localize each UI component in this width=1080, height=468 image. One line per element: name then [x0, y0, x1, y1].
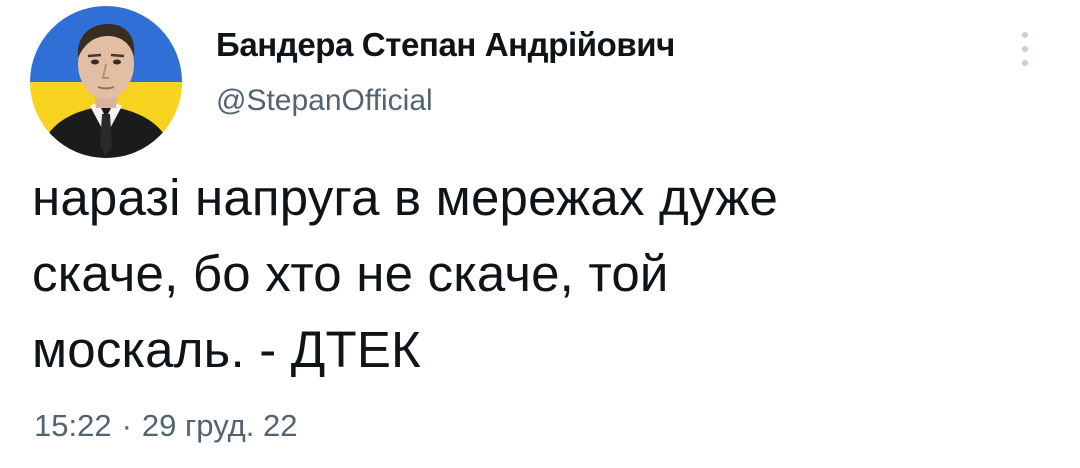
tweet-timestamp: 15:22 · 29 груд. 22 [34, 408, 297, 444]
more-vertical-icon [1022, 32, 1028, 38]
tweet-text-line: скаче, бо хто не скаче, той [32, 245, 669, 302]
more-vertical-icon [1022, 46, 1028, 52]
author-display-name[interactable]: Бандера Степан Андрійович [216, 26, 675, 64]
tweet-time-link[interactable]: 15:22 [34, 408, 112, 443]
tweet-date-link[interactable]: 29 груд. 22 [142, 408, 298, 443]
author-handle[interactable]: @StepanOfficial [216, 84, 433, 118]
tweet-text-line: москаль. - ДТЕК [32, 321, 421, 378]
tweet-text: наразі напруга в мережах дуже скаче, бо … [32, 160, 1052, 388]
meta-separator: · [121, 408, 132, 443]
more-vertical-icon [1022, 60, 1028, 66]
tweet-card: Бандера Степан Андрійович @StepanOfficia… [0, 0, 1080, 468]
avatar[interactable] [30, 6, 182, 158]
more-options-button[interactable] [1010, 24, 1040, 74]
portrait-avatar-icon [30, 6, 182, 158]
tweet-text-line: наразі напруга в мережах дуже [32, 169, 779, 226]
